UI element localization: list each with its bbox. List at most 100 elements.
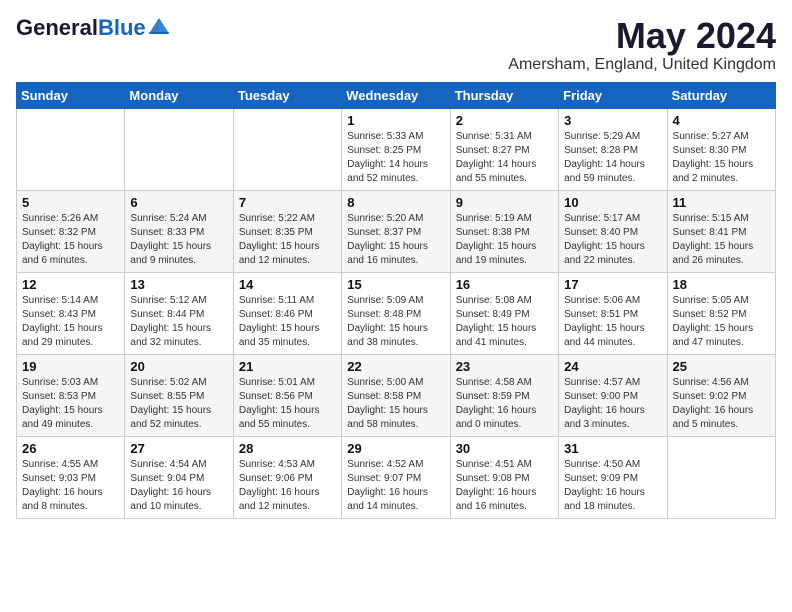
cell-content: Sunrise: 4:50 AMSunset: 9:09 PMDaylight:… xyxy=(564,458,661,514)
daylight-label: Daylight: 15 hours xyxy=(130,322,227,336)
daylight-label: Daylight: 15 hours xyxy=(239,240,336,254)
cell-line: Sunrise: 4:54 AM xyxy=(130,458,227,472)
page-header: GeneralBlue May 2024 Amersham, England, … xyxy=(16,16,776,74)
cell-line: Sunset: 9:09 PM xyxy=(564,472,661,486)
cell-line: Sunset: 8:40 PM xyxy=(564,226,661,240)
cell-line: Sunrise: 5:12 AM xyxy=(130,294,227,308)
cell-line: Sunset: 8:33 PM xyxy=(130,226,227,240)
calendar-cell xyxy=(125,108,233,190)
day-number: 14 xyxy=(239,277,336,292)
cell-line: Sunrise: 5:02 AM xyxy=(130,376,227,390)
day-number: 15 xyxy=(347,277,444,292)
daylight-minutes: and 12 minutes. xyxy=(239,500,336,514)
cell-line: Sunrise: 4:56 AM xyxy=(673,376,770,390)
cell-line: Sunrise: 5:29 AM xyxy=(564,130,661,144)
daylight-label: Daylight: 15 hours xyxy=(673,322,770,336)
daylight-minutes: and 6 minutes. xyxy=(22,254,119,268)
daylight-label: Daylight: 14 hours xyxy=(347,158,444,172)
day-number: 29 xyxy=(347,441,444,456)
cell-content: Sunrise: 5:09 AMSunset: 8:48 PMDaylight:… xyxy=(347,294,444,350)
logo-blue: Blue xyxy=(98,15,146,40)
day-number: 1 xyxy=(347,113,444,128)
daylight-minutes: and 16 minutes. xyxy=(456,500,553,514)
daylight-label: Daylight: 15 hours xyxy=(347,322,444,336)
calendar-week-row: 1Sunrise: 5:33 AMSunset: 8:25 PMDaylight… xyxy=(17,108,776,190)
cell-content: Sunrise: 5:29 AMSunset: 8:28 PMDaylight:… xyxy=(564,130,661,186)
cell-line: Sunset: 8:25 PM xyxy=(347,144,444,158)
calendar-header-row: SundayMondayTuesdayWednesdayThursdayFrid… xyxy=(17,82,776,108)
cell-content: Sunrise: 5:03 AMSunset: 8:53 PMDaylight:… xyxy=(22,376,119,432)
cell-line: Sunrise: 5:11 AM xyxy=(239,294,336,308)
cell-content: Sunrise: 5:01 AMSunset: 8:56 PMDaylight:… xyxy=(239,376,336,432)
cell-content: Sunrise: 5:22 AMSunset: 8:35 PMDaylight:… xyxy=(239,212,336,268)
daylight-label: Daylight: 15 hours xyxy=(239,322,336,336)
calendar-cell: 27Sunrise: 4:54 AMSunset: 9:04 PMDayligh… xyxy=(125,436,233,518)
calendar-cell: 21Sunrise: 5:01 AMSunset: 8:56 PMDayligh… xyxy=(233,354,341,436)
day-number: 18 xyxy=(673,277,770,292)
day-number: 11 xyxy=(673,195,770,210)
calendar-cell: 28Sunrise: 4:53 AMSunset: 9:06 PMDayligh… xyxy=(233,436,341,518)
calendar-cell: 14Sunrise: 5:11 AMSunset: 8:46 PMDayligh… xyxy=(233,272,341,354)
daylight-label: Daylight: 16 hours xyxy=(22,486,119,500)
daylight-minutes: and 18 minutes. xyxy=(564,500,661,514)
day-number: 10 xyxy=(564,195,661,210)
cell-line: Sunset: 9:04 PM xyxy=(130,472,227,486)
cell-line: Sunrise: 5:08 AM xyxy=(456,294,553,308)
weekday-header: Monday xyxy=(125,82,233,108)
cell-content: Sunrise: 5:24 AMSunset: 8:33 PMDaylight:… xyxy=(130,212,227,268)
cell-line: Sunset: 9:03 PM xyxy=(22,472,119,486)
cell-line: Sunset: 8:37 PM xyxy=(347,226,444,240)
cell-content: Sunrise: 4:55 AMSunset: 9:03 PMDaylight:… xyxy=(22,458,119,514)
cell-line: Sunset: 9:07 PM xyxy=(347,472,444,486)
cell-line: Sunset: 8:27 PM xyxy=(456,144,553,158)
calendar-cell: 25Sunrise: 4:56 AMSunset: 9:02 PMDayligh… xyxy=(667,354,775,436)
cell-line: Sunrise: 4:50 AM xyxy=(564,458,661,472)
daylight-label: Daylight: 15 hours xyxy=(673,240,770,254)
cell-line: Sunset: 8:53 PM xyxy=(22,390,119,404)
calendar-cell: 16Sunrise: 5:08 AMSunset: 8:49 PMDayligh… xyxy=(450,272,558,354)
cell-line: Sunset: 9:00 PM xyxy=(564,390,661,404)
daylight-label: Daylight: 16 hours xyxy=(456,404,553,418)
day-number: 2 xyxy=(456,113,553,128)
cell-line: Sunrise: 5:00 AM xyxy=(347,376,444,390)
daylight-minutes: and 14 minutes. xyxy=(347,500,444,514)
title-block: May 2024 Amersham, England, United Kingd… xyxy=(508,16,776,74)
cell-line: Sunset: 8:55 PM xyxy=(130,390,227,404)
daylight-minutes: and 49 minutes. xyxy=(22,418,119,432)
location: Amersham, England, United Kingdom xyxy=(508,56,776,74)
cell-line: Sunset: 8:28 PM xyxy=(564,144,661,158)
cell-content: Sunrise: 5:27 AMSunset: 8:30 PMDaylight:… xyxy=(673,130,770,186)
daylight-minutes: and 47 minutes. xyxy=(673,336,770,350)
weekday-header: Wednesday xyxy=(342,82,450,108)
cell-content: Sunrise: 4:56 AMSunset: 9:02 PMDaylight:… xyxy=(673,376,770,432)
cell-content: Sunrise: 5:26 AMSunset: 8:32 PMDaylight:… xyxy=(22,212,119,268)
calendar-cell: 17Sunrise: 5:06 AMSunset: 8:51 PMDayligh… xyxy=(559,272,667,354)
calendar-cell: 30Sunrise: 4:51 AMSunset: 9:08 PMDayligh… xyxy=(450,436,558,518)
daylight-label: Daylight: 15 hours xyxy=(673,158,770,172)
cell-line: Sunrise: 4:55 AM xyxy=(22,458,119,472)
calendar-cell: 1Sunrise: 5:33 AMSunset: 8:25 PMDaylight… xyxy=(342,108,450,190)
logo: GeneralBlue xyxy=(16,16,170,40)
cell-line: Sunrise: 4:58 AM xyxy=(456,376,553,390)
calendar-cell: 29Sunrise: 4:52 AMSunset: 9:07 PMDayligh… xyxy=(342,436,450,518)
daylight-minutes: and 2 minutes. xyxy=(673,172,770,186)
cell-line: Sunrise: 5:26 AM xyxy=(22,212,119,226)
calendar-cell: 15 Sunrise: 5:09 AMSunset: 8:48 PMDayligh… xyxy=(342,272,450,354)
day-number: 9 xyxy=(456,195,553,210)
cell-line: Sunset: 8:44 PM xyxy=(130,308,227,322)
cell-line: Sunset: 8:49 PM xyxy=(456,308,553,322)
calendar-cell: 5Sunrise: 5:26 AMSunset: 8:32 PMDaylight… xyxy=(17,190,125,272)
cell-line: Sunrise: 5:27 AM xyxy=(673,130,770,144)
daylight-minutes: and 41 minutes. xyxy=(456,336,553,350)
daylight-label: Daylight: 15 hours xyxy=(347,240,444,254)
daylight-label: Daylight: 15 hours xyxy=(564,322,661,336)
cell-line: Sunset: 8:59 PM xyxy=(456,390,553,404)
logo-icon xyxy=(148,17,170,35)
cell-line: Sunrise: 5:17 AM xyxy=(564,212,661,226)
day-number: 26 xyxy=(22,441,119,456)
cell-line: Sunset: 9:08 PM xyxy=(456,472,553,486)
calendar-cell: 2Sunrise: 5:31 AMSunset: 8:27 PMDaylight… xyxy=(450,108,558,190)
cell-content: Sunrise: 5:15 AMSunset: 8:41 PMDaylight:… xyxy=(673,212,770,268)
cell-line: Sunrise: 5:03 AM xyxy=(22,376,119,390)
cell-line: Sunrise: 4:53 AM xyxy=(239,458,336,472)
